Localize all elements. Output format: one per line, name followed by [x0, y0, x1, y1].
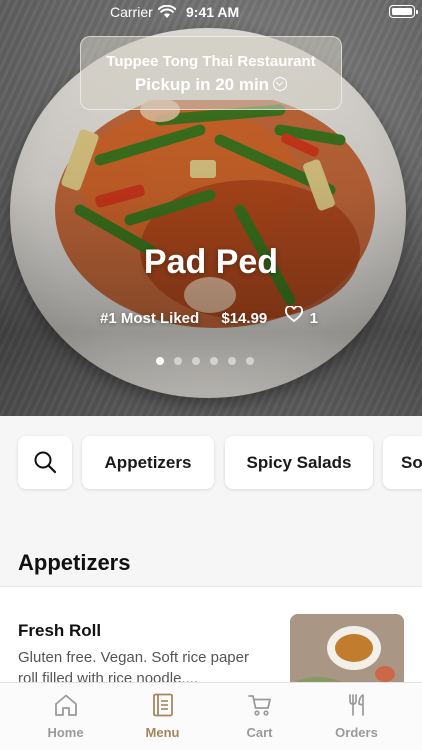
tab-orders[interactable]: Orders — [304, 683, 409, 750]
app-screen: Carrier 9:41 AM Tuppee Tong Thai Restaur… — [0, 0, 422, 750]
section-title: Appetizers — [18, 550, 131, 575]
tab-label: Home — [47, 725, 84, 740]
category-chip-partial[interactable]: So — [383, 436, 422, 489]
tab-menu[interactable]: Menu — [110, 683, 215, 750]
carousel-indicator[interactable] — [156, 352, 264, 365]
home-icon — [55, 694, 77, 716]
featured-dish-hero[interactable]: Carrier 9:41 AM Tuppee Tong Thai Restaur… — [0, 0, 422, 416]
like-count: 1 — [309, 309, 318, 327]
category-chip-appetizers[interactable]: Appetizers — [82, 436, 214, 489]
dish-price: $14.99 — [221, 309, 268, 327]
restaurant-name: Tuppee Tong Thai Restaurant — [106, 53, 316, 70]
category-bar: Appetizers Spicy Salads So — [0, 416, 422, 514]
menu-item-card[interactable]: Fresh Roll Gluten free. Vegan. Soft rice… — [0, 586, 422, 686]
carousel-dot[interactable] — [228, 357, 236, 365]
menu-item-name: Fresh Roll — [18, 621, 102, 640]
carousel-dot[interactable] — [246, 357, 254, 365]
tab-label: Menu — [145, 725, 180, 740]
battery-icon — [389, 5, 418, 18]
pickup-time-row[interactable]: Pickup in 20 min — [81, 75, 341, 95]
chevron-down-icon — [273, 77, 288, 91]
featured-dish-meta: #1 Most Liked $14.99 1 — [100, 305, 318, 327]
carousel-dot[interactable] — [210, 357, 218, 365]
wifi-icon — [158, 5, 176, 18]
pickup-time: Pickup in 20 min — [134, 75, 270, 94]
featured-dish-name: Pad Ped — [143, 243, 279, 281]
category-chip-spicy-salads[interactable]: Spicy Salads — [225, 436, 373, 489]
menu-item-photo — [290, 614, 404, 686]
search-button[interactable] — [18, 436, 72, 489]
tab-home[interactable]: Home — [13, 683, 118, 750]
carousel-dot[interactable] — [174, 357, 182, 365]
status-bar: Carrier 9:41 AM — [0, 0, 422, 26]
carousel-dot[interactable] — [156, 357, 164, 365]
menu-book-icon — [153, 693, 173, 717]
carousel-dot[interactable] — [192, 357, 200, 365]
heart-icon[interactable] — [285, 305, 304, 323]
cart-icon — [248, 695, 271, 716]
fork-knife-icon — [349, 694, 364, 716]
search-icon — [34, 451, 57, 474]
carrier-label: Carrier — [110, 4, 153, 20]
clock: 9:41 AM — [186, 4, 240, 20]
tab-cart[interactable]: Cart — [207, 683, 312, 750]
popularity-rank: #1 Most Liked — [100, 309, 200, 327]
menu-item-description: Gluten free. Vegan. Soft rice paper roll… — [18, 649, 249, 686]
tab-bar: Home Menu Cart Orders — [0, 682, 422, 750]
tab-label: Orders — [335, 725, 378, 740]
restaurant-selector[interactable]: Tuppee Tong Thai Restaurant Pickup in 20… — [80, 36, 342, 110]
tab-label: Cart — [246, 725, 273, 740]
